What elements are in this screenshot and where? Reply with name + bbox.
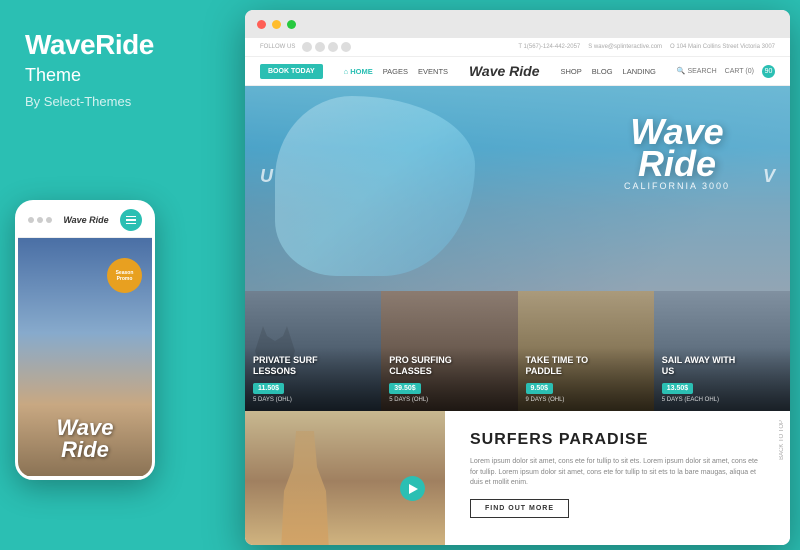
mobile-logo: Wave Ride bbox=[63, 215, 108, 225]
nav-logo: Wave Ride bbox=[469, 63, 540, 79]
card-days-4: 5 DAYS (EACH OHL) bbox=[662, 397, 782, 403]
nav-shop[interactable]: SHOP bbox=[560, 67, 581, 76]
hero-section: U V WaveRide CALIFORNIA 3000 bbox=[245, 86, 790, 291]
card-badge-1: 11.50$ bbox=[253, 383, 284, 394]
left-panel: WaveRide Theme By Select-Themes Wave Rid… bbox=[0, 0, 248, 550]
brand-title: WaveRide bbox=[25, 30, 223, 61]
mobile-mockup: Wave Ride SeasonPromo WaveRide bbox=[15, 200, 155, 480]
cards-row: PRIVATE SURFLESSONS 11.50$ 5 DAYS (OHL) … bbox=[245, 291, 790, 411]
mobile-menu-button[interactable] bbox=[120, 209, 142, 231]
nav-landing[interactable]: LANDING bbox=[623, 67, 656, 76]
search-link[interactable]: 🔍 SEARCH bbox=[677, 67, 717, 75]
brand-subtitle: Theme bbox=[25, 65, 223, 86]
card-overlay-3: TAKE TIME TOPADDLE 9.50$ 9 DAYS (OHL) bbox=[518, 347, 654, 411]
hero-logo: WaveRide CALIFORNIA 3000 bbox=[624, 116, 730, 191]
social-dot-2[interactable] bbox=[315, 42, 325, 52]
topbar-right: T 1(567)-124-442-2057 S wave@splinteract… bbox=[518, 44, 775, 50]
season-badge: SeasonPromo bbox=[107, 258, 142, 293]
hamburger-icon bbox=[126, 216, 136, 225]
card-title-2: PRO SURFINGCLASSES bbox=[389, 355, 509, 377]
card-overlay-4: SAIL AWAY WITHUS 13.50$ 5 DAYS (EACH OHL… bbox=[654, 347, 790, 411]
card-title-3: TAKE TIME TOPADDLE bbox=[526, 355, 646, 377]
nav-pages[interactable]: PAGES bbox=[383, 67, 408, 76]
card-paddle[interactable]: TAKE TIME TOPADDLE 9.50$ 9 DAYS (OHL) bbox=[518, 291, 654, 411]
chrome-minimize-dot[interactable] bbox=[272, 20, 281, 29]
nav-shop-links: SHOP BLOG LANDING bbox=[560, 67, 655, 76]
nav-events[interactable]: EVENTS bbox=[418, 67, 448, 76]
social-dot-1[interactable] bbox=[302, 42, 312, 52]
mobile-dot-3 bbox=[46, 217, 52, 223]
nav-blog[interactable]: BLOG bbox=[592, 67, 613, 76]
cart-badge: 90 bbox=[762, 65, 775, 78]
bottom-text-area: SURFERS PARADISE Lorem ipsum dolor sit a… bbox=[445, 411, 790, 545]
mobile-dot-1 bbox=[28, 217, 34, 223]
find-out-more-button[interactable]: FIND OUT MORE bbox=[470, 499, 569, 518]
hero-logo-text: WaveRide bbox=[624, 116, 730, 181]
topbar-left: FOLLOW US bbox=[260, 42, 351, 52]
book-today-button[interactable]: BOOK TODAY bbox=[260, 64, 323, 79]
card-days-3: 9 DAYS (OHL) bbox=[526, 397, 646, 403]
back-to-top[interactable]: BACK TO TOP bbox=[774, 415, 790, 465]
chrome-close-dot[interactable] bbox=[257, 20, 266, 29]
mobile-wave-logo: WaveRide bbox=[56, 417, 113, 461]
card-title-4: SAIL AWAY WITHUS bbox=[662, 355, 782, 377]
card-sail-away[interactable]: SAIL AWAY WITHUS 13.50$ 5 DAYS (EACH OHL… bbox=[654, 291, 790, 411]
social-icons bbox=[302, 42, 351, 52]
follow-label: FOLLOW US bbox=[260, 44, 295, 50]
card-overlay-2: PRO SURFINGCLASSES 39.50$ 5 DAYS (OHL) bbox=[381, 347, 517, 411]
chrome-maximize-dot[interactable] bbox=[287, 20, 296, 29]
play-icon bbox=[409, 484, 418, 494]
mobile-top-bar: Wave Ride bbox=[18, 203, 152, 238]
social-dot-3[interactable] bbox=[328, 42, 338, 52]
hero-right-letter: V bbox=[763, 166, 775, 187]
card-badge-4: 13.50$ bbox=[662, 383, 693, 394]
nav-home[interactable]: ⌂ HOME bbox=[344, 67, 373, 76]
bottom-image bbox=[245, 411, 445, 545]
card-overlay-1: PRIVATE SURFLESSONS 11.50$ 5 DAYS (OHL) bbox=[245, 347, 381, 411]
hero-tagline: CALIFORNIA 3000 bbox=[624, 181, 730, 191]
nav-links: ⌂ HOME PAGES EVENTS bbox=[344, 67, 448, 76]
bottom-section: SURFERS PARADISE Lorem ipsum dolor sit a… bbox=[245, 411, 790, 545]
brand-by: By Select-Themes bbox=[25, 94, 223, 109]
site-nav: BOOK TODAY ⌂ HOME PAGES EVENTS Wave Ride… bbox=[245, 57, 790, 86]
play-button[interactable] bbox=[400, 476, 425, 501]
cart-link[interactable]: CART (0) bbox=[725, 68, 754, 75]
browser-mockup: FOLLOW US T 1(567)-124-442-2057 S wave@s… bbox=[245, 10, 790, 545]
card-title-1: PRIVATE SURFLESSONS bbox=[253, 355, 373, 377]
card-days-1: 5 DAYS (OHL) bbox=[253, 397, 373, 403]
mobile-dots bbox=[28, 217, 52, 223]
mobile-dot-2 bbox=[37, 217, 43, 223]
email-text: S wave@splinteractive.com bbox=[588, 44, 662, 50]
mobile-hero-content: SeasonPromo WaveRide bbox=[18, 238, 152, 476]
phone-text: T 1(567)-124-442-2057 bbox=[518, 44, 580, 50]
surfers-paradise-title: SURFERS PARADISE bbox=[470, 431, 765, 449]
address-text: O 104 Main Collins Street Victoria 3007 bbox=[670, 44, 775, 50]
person-silhouette bbox=[275, 431, 335, 545]
nav-right: 🔍 SEARCH CART (0) 90 bbox=[677, 65, 775, 78]
hero-left-letter: U bbox=[260, 166, 273, 187]
card-days-2: 5 DAYS (OHL) bbox=[389, 397, 509, 403]
browser-chrome bbox=[245, 10, 790, 38]
card-surf-lessons[interactable]: PRIVATE SURFLESSONS 11.50$ 5 DAYS (OHL) bbox=[245, 291, 381, 411]
card-badge-2: 39.50$ bbox=[389, 383, 420, 394]
social-dot-4[interactable] bbox=[341, 42, 351, 52]
card-surfing-classes[interactable]: PRO SURFINGCLASSES 39.50$ 5 DAYS (OHL) bbox=[381, 291, 517, 411]
bottom-description: Lorem ipsum dolor sit amet, cons ete for… bbox=[470, 457, 765, 489]
card-badge-3: 9.50$ bbox=[526, 383, 554, 394]
site-topbar: FOLLOW US T 1(567)-124-442-2057 S wave@s… bbox=[245, 38, 790, 57]
